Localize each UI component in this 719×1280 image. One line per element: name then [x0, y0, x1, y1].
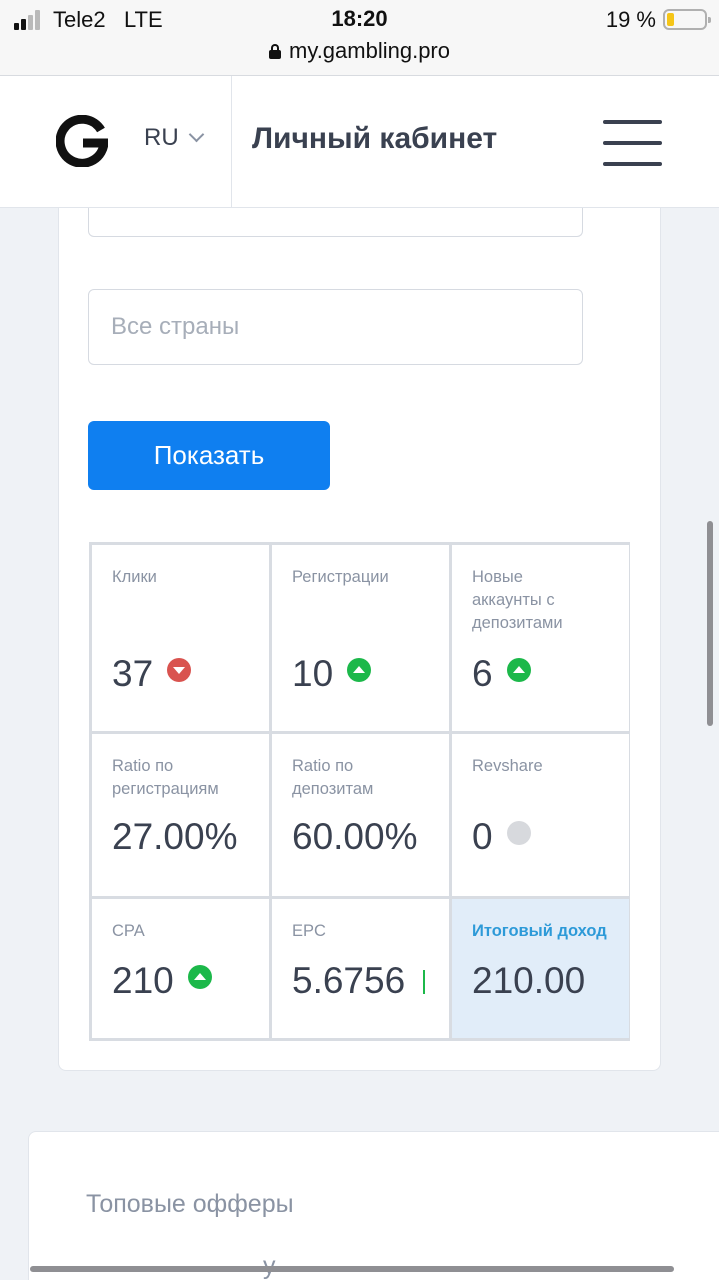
stat-value-text: 210.00 [472, 960, 586, 1001]
stat-label: Итоговый доход [472, 922, 607, 940]
stat-cell-new-deposit-accounts: Новые аккаунты с депозитами 6 [452, 545, 629, 731]
stat-value: 5.6756 [292, 960, 426, 1002]
stat-value-text: 10 [292, 653, 334, 694]
stat-value: 0 [472, 812, 531, 858]
hamburger-menu-icon[interactable] [603, 120, 662, 166]
stat-value: 60.00% [292, 816, 418, 858]
language-label: RU [144, 124, 179, 151]
page-title: Личный кабинет [252, 122, 498, 155]
horizontal-scrollbar[interactable] [30, 1266, 674, 1272]
stat-label: Ratio по регистрациям [112, 757, 219, 798]
stat-cell-total-income: Итоговый доход 210.00 [452, 899, 629, 1038]
stat-value: 27.00% [112, 816, 238, 858]
stat-label: Регистрации [292, 568, 389, 586]
logo-icon[interactable] [56, 115, 108, 167]
stat-cell-registrations: Регистрации 10 [272, 545, 449, 731]
stat-label: Клики [112, 568, 157, 586]
stat-cell-epc: EPC 5.6756 [272, 899, 449, 1038]
stat-value-text: 210 [112, 960, 174, 1001]
top-offers-title: Топовые офферы [86, 1190, 294, 1218]
stat-value: 210 [112, 956, 212, 1002]
stat-label: EPC [292, 922, 326, 940]
chevron-down-icon [188, 126, 204, 143]
battery-fill [667, 13, 674, 26]
stat-label: Новые аккаунты с депозитами [472, 568, 563, 632]
trend-up-icon [506, 658, 531, 682]
lock-icon [269, 44, 281, 59]
vertical-scrollbar[interactable] [707, 521, 713, 726]
show-button[interactable]: Показать [88, 421, 330, 490]
stat-cell-revshare: Revshare 0 [452, 734, 629, 896]
header-divider [231, 76, 232, 208]
stat-value-text: 37 [112, 653, 154, 694]
stat-label: Ratio по депозитам [292, 757, 374, 798]
url-text: my.gambling.pro [289, 38, 450, 63]
trend-down-icon [167, 658, 192, 682]
filter-input-partial[interactable] [88, 208, 583, 237]
battery-percent: 19 % [605, 7, 656, 32]
stat-cell-clicks: Клики 37 [92, 545, 269, 731]
stats-grid: Клики 37 Регистрации 10 Новые аккаунты с… [89, 542, 630, 1041]
address-bar[interactable]: my.gambling.pro [0, 38, 719, 64]
stat-label: Revshare [472, 757, 543, 775]
trend-bar-icon [423, 970, 426, 994]
country-select[interactable] [88, 289, 583, 365]
stat-cell-registration-ratio: Ratio по регистрациям 27.00% [92, 734, 269, 896]
stat-value-text: 0 [472, 816, 493, 857]
stat-value: 10 [292, 649, 372, 695]
stat-cell-cpa: CPA 210 [92, 899, 269, 1038]
stat-value-text: 5.6756 [292, 960, 406, 1001]
stat-value: 37 [112, 649, 192, 695]
language-selector[interactable]: RU [144, 124, 204, 152]
stat-value: 6 [472, 649, 531, 695]
stat-value: 210.00 [472, 960, 585, 1002]
battery-icon [663, 9, 711, 30]
neutral-dot-icon [506, 821, 531, 845]
stat-value-text: 27.00% [112, 816, 238, 857]
stat-value-text: 60.00% [292, 816, 418, 857]
trend-up-icon [187, 965, 212, 989]
status-bar: Tele2 LTE 18:20 19 % my.gambling.pro [0, 0, 719, 76]
site-header: RU Личный кабинет [0, 76, 719, 208]
stat-cell-deposit-ratio: Ratio по депозитам 60.00% [272, 734, 449, 896]
trend-up-icon [347, 658, 372, 682]
stat-label: CPA [112, 922, 145, 940]
stat-value-text: 6 [472, 653, 493, 694]
